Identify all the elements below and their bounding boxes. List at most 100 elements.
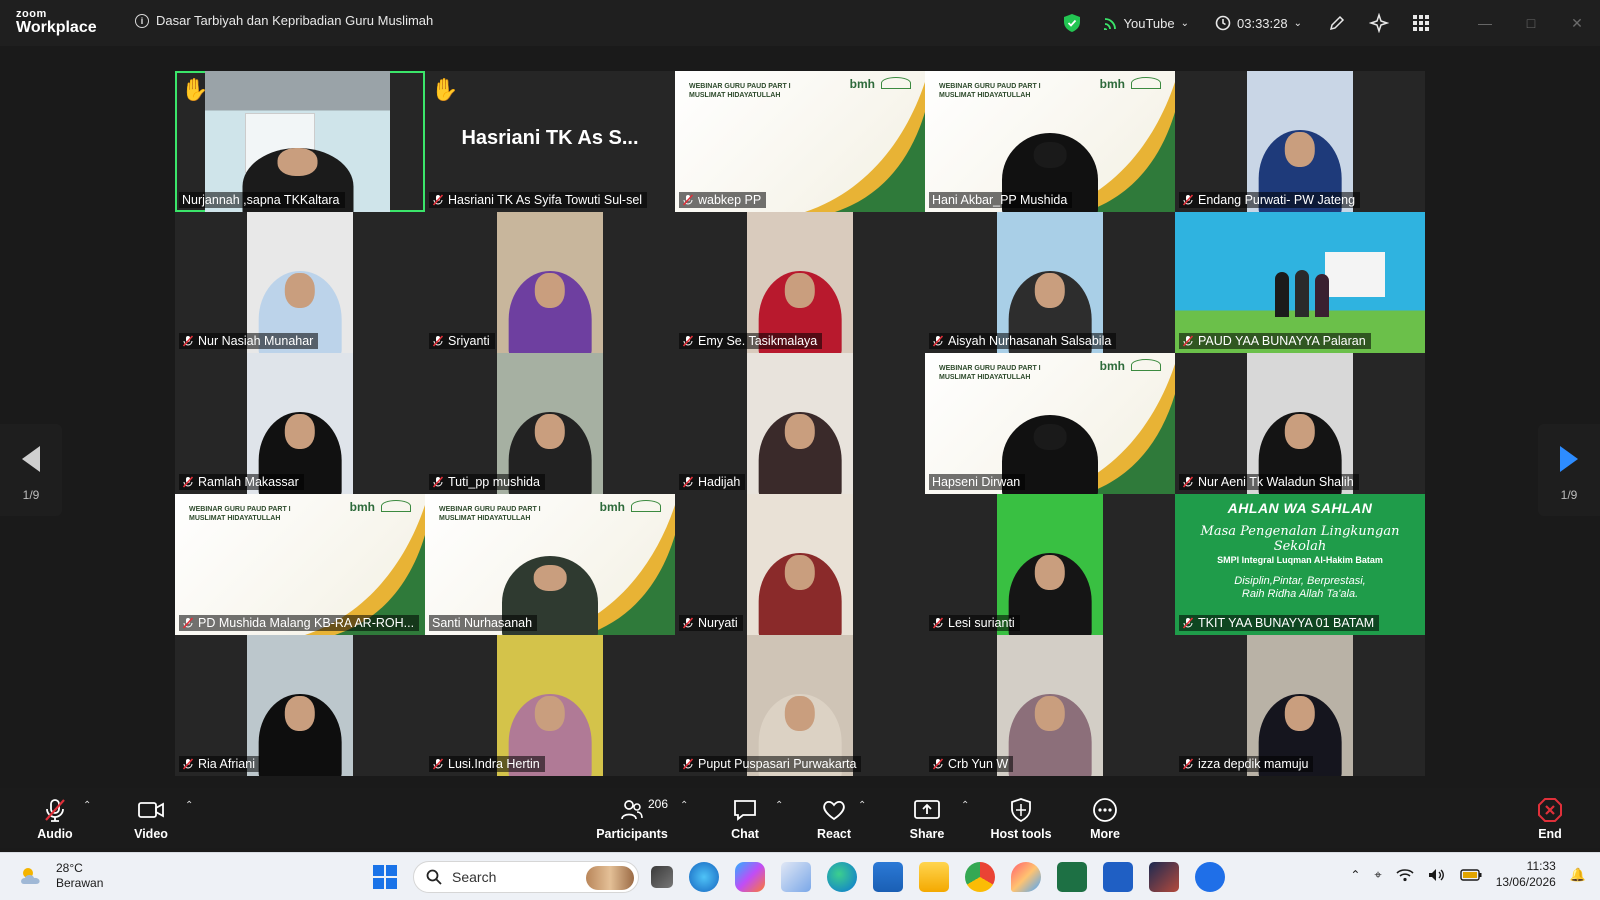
search-placeholder: Search [452,869,497,885]
participant-name: PD Mushida Malang KB-RA AR-ROH... [198,616,415,630]
edge-browser-icon[interactable] [827,862,857,892]
chrome-icon[interactable] [965,862,995,892]
participant-tile[interactable]: Nur Aeni Tk Waladun Shalih [1175,353,1425,494]
participant-tile[interactable]: Puput Puspasari Purwakarta [675,635,925,776]
participant-tile[interactable]: Ria Afriani [175,635,425,776]
participant-tile[interactable]: Crb Yun W [925,635,1175,776]
participant-tile[interactable]: Tuti_pp mushida [425,353,675,494]
participant-tile[interactable]: Hadijah [675,353,925,494]
annotate-button[interactable] [1326,12,1348,34]
copilot-icon[interactable] [735,862,765,892]
participant-tile[interactable]: AHLAN WA SAHLAN Masa Pengenalan Lingkung… [1175,494,1425,635]
raised-hand-icon: ✋ [431,77,459,102]
wifi-icon[interactable] [1396,868,1414,882]
next-page-button[interactable]: 1/9 [1538,424,1600,516]
participant-tile[interactable]: Sriyanti [425,212,675,353]
chevron-up-icon[interactable]: ⌃ [1350,868,1360,882]
location-icon[interactable]: ⌖ [1374,867,1381,883]
excel-icon[interactable] [1057,862,1087,892]
participant-figure [508,249,592,353]
zoom-app-icon[interactable] [1195,862,1225,892]
participant-tile[interactable]: WEBINAR GURU PAUD PART I MUSLIMAT HIDAYAT… [925,353,1175,494]
participant-tile[interactable]: Nuryati [675,494,925,635]
search-highlight-image [586,866,634,890]
live-stream-label: YouTube [1123,15,1175,31]
more-button[interactable]: More [1083,788,1127,848]
share-button[interactable]: Share [905,788,949,848]
participant-nameplate: Emy Se. Tasikmalaya [679,333,823,349]
apps-grid-button[interactable] [1410,12,1432,34]
video-button[interactable]: Video [130,788,172,848]
participant-tile[interactable]: Ramlah Makassar [175,353,425,494]
webinar-banner: WEBINAR GURU PAUD PART I MUSLIMAT HIDAYAT… [425,494,675,635]
volume-icon[interactable] [1428,868,1446,882]
share-options-caret[interactable]: ⌃ [961,800,969,811]
end-meeting-button[interactable]: End [1530,788,1570,848]
participant-nameplate: Hapseni Dirwan [929,474,1026,490]
participant-tile[interactable]: Nur Nasiah Munahar [175,212,425,353]
participant-tile[interactable]: Endang Purwati- PW Jateng [1175,71,1425,212]
pencil-icon [1329,15,1345,31]
live-stream-button[interactable]: YouTube ⌄ [1103,15,1189,31]
participant-tile[interactable]: WEBINAR GURU PAUD PART I MUSLIMAT HIDAYAT… [675,71,925,212]
word-icon[interactable] [1103,862,1133,892]
microphone-muted-icon [682,194,694,206]
microphone-muted-icon [1182,617,1194,629]
chat-button[interactable]: Chat [724,788,766,848]
host-tools-button[interactable]: Host tools [990,788,1052,848]
participant-figure [758,531,842,635]
battery-icon[interactable] [1460,868,1482,881]
participant-tile[interactable]: WEBINAR GURU PAUD PART I MUSLIMAT HIDAYAT… [925,71,1175,212]
participant-tile[interactable]: Hasriani TK As S... ✋ Hasriani TK As Syifa… [425,71,675,212]
participant-tile[interactable]: Lusi.Indra Hertin [425,635,675,776]
banner-title: WEBINAR GURU PAUD PART I [439,506,541,513]
snipping-tool-icon[interactable] [781,862,811,892]
windows-start-button[interactable] [373,865,397,889]
participant-nameplate: Sriyanti [429,333,495,349]
file-explorer-icon[interactable] [919,862,949,892]
webinar-banner: WEBINAR GURU PAUD PART I MUSLIMAT HIDAYAT… [175,494,425,635]
close-button[interactable]: ✕ [1554,0,1600,46]
video-options-caret[interactable]: ⌃ [185,800,193,811]
meeting-info[interactable]: i Dasar Tarbiyah dan Kepribadian Guru Mu… [135,13,433,28]
info-icon[interactable]: i [135,13,149,28]
banner-script-line: Masa Pengenalan Lingkungan Sekolah [1200,524,1400,554]
maximize-button[interactable]: □ [1508,0,1554,46]
previous-page-button[interactable]: 1/9 [0,424,62,516]
audio-button[interactable]: Audio [34,788,76,848]
participant-tile[interactable]: ✋ Nurjannah ,sapna TKKaltara [175,71,425,212]
minimize-button[interactable]: — [1462,0,1508,46]
ai-companion-button[interactable] [1368,12,1390,34]
photos-icon[interactable] [1149,862,1179,892]
participant-tile[interactable]: izza depdik mamuju [1175,635,1425,776]
welcome-banner: AHLAN WA SAHLAN Masa Pengenalan Lingkung… [1175,494,1425,635]
participant-tile[interactable]: Emy Se. Tasikmalaya [675,212,925,353]
weather-widget[interactable]: 28°C Berawan [18,861,103,891]
end-label: End [1538,826,1562,841]
participants-button[interactable]: 206 Participants [596,788,668,848]
participant-tile[interactable]: WEBINAR GURU PAUD PART I MUSLIMAT HIDAYAT… [425,494,675,635]
taskbar-search[interactable]: Search [413,861,639,893]
notepad-icon[interactable] [873,862,903,892]
system-clock[interactable]: 11:33 13/06/2026 [1496,859,1556,890]
react-options-caret[interactable]: ⌃ [858,800,866,811]
participant-tile[interactable]: Lesi surianti [925,494,1175,635]
widgets-icon[interactable] [689,862,719,892]
audio-options-caret[interactable]: ⌃ [83,800,91,811]
participants-options-caret[interactable]: ⌃ [680,800,688,811]
task-view-icon[interactable] [651,866,673,888]
chat-options-caret[interactable]: ⌃ [775,800,783,811]
paint-icon[interactable] [1011,862,1041,892]
meeting-toolbar: Audio ⌃ Video ⌃ 206 Participants ⌃ Chat … [0,788,1600,848]
participant-name: Aisyah Nurhasanah Salsabila [948,334,1112,348]
participant-tile[interactable]: Aisyah Nurhasanah Salsabila [925,212,1175,353]
notification-bell-icon[interactable]: 🔔 [1570,867,1586,883]
participant-tile[interactable]: PAUD YAA BUNAYYA Palaran [1175,212,1425,353]
meeting-timer[interactable]: 03:33:28 ⌄ [1215,15,1302,31]
participant-tile[interactable]: WEBINAR GURU PAUD PART I MUSLIMAT HIDAYAT… [175,494,425,635]
react-button[interactable]: React [812,788,856,848]
participant-name: Santi Nurhasanah [432,616,533,630]
security-shield-icon[interactable] [1063,14,1080,32]
participant-nameplate: Santi Nurhasanah [429,615,538,631]
microphone-muted-icon [182,758,194,770]
